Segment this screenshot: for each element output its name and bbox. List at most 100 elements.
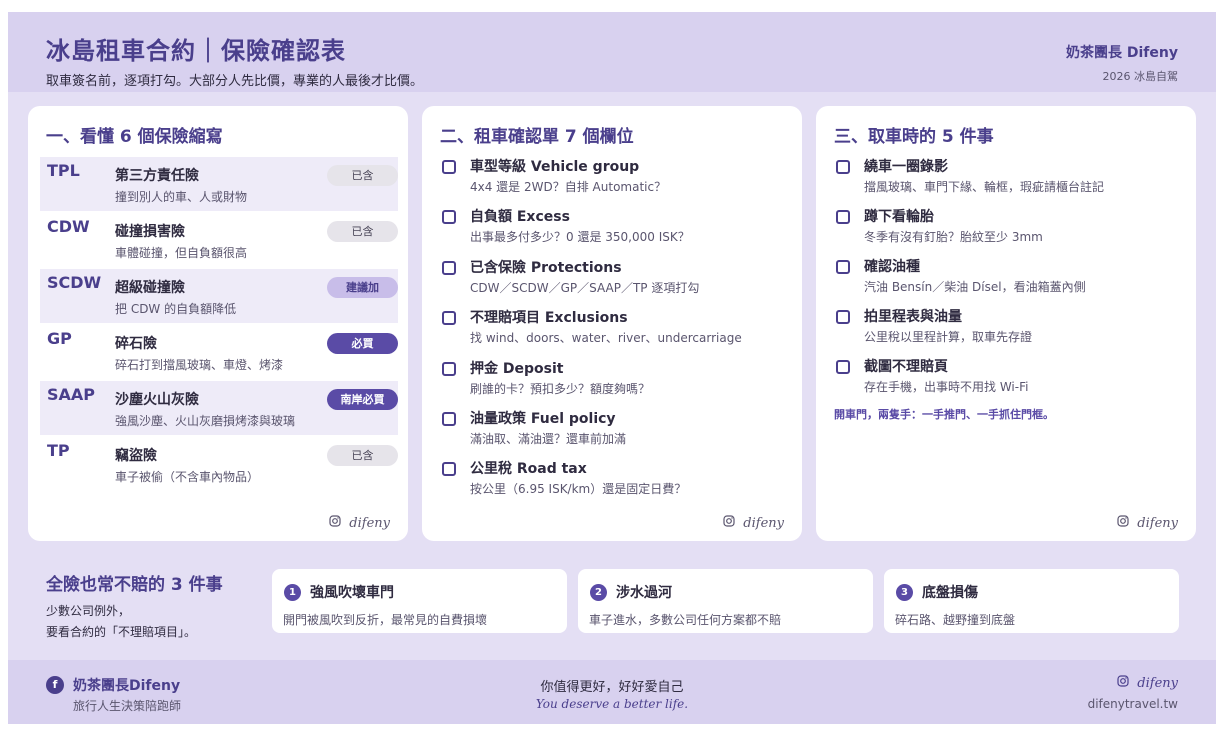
checkbox-icon[interactable] (442, 160, 456, 174)
checklist-item[interactable]: 車型等級 Vehicle group 4x4 還是 2WD？自排 Automat… (440, 156, 790, 200)
checklist-item[interactable]: 蹲下看輪胎 冬季有沒有釘胎？胎紋至少 3mm (834, 206, 1184, 250)
checklist-label: 油量政策 Fuel policy (470, 411, 616, 427)
insurance-row: CDW 碰撞損害險 車體碰撞，但自負額很高 已含 (40, 213, 398, 267)
checklist-item[interactable]: 已含保險 Protections CDW／SCDW／GP／SAAP／TP 逐項打… (440, 257, 790, 301)
status-badge: 已含 (327, 165, 398, 186)
checklist-item[interactable]: 確認油種 汽油 Bensín／柴油 Dísel，看油箱蓋內側 (834, 256, 1184, 300)
exclusions-sub: 要看合約的「不理賠項目」。 (46, 625, 197, 639)
handle-text: difeny (349, 516, 390, 531)
checklist-desc: 出事最多付多少？0 還是 350,000 ISK？ (470, 230, 690, 244)
status-badge: 已含 (327, 445, 398, 466)
checklist-label: 拍里程表與油量 (864, 309, 962, 325)
exclusions-sub: 少數公司例外， (46, 604, 131, 618)
checklist-item[interactable]: 繞車一圈錄影 擋風玻璃、車門下緣、輪框，瑕疵請櫃台註記 (834, 156, 1184, 200)
instagram-handle[interactable]: difeny (1117, 675, 1178, 691)
insurance-code: SAAP (47, 385, 96, 404)
checklist-desc: 按公里（6.95 ISK/km）還是固定日費？ (470, 482, 687, 496)
checklist-item[interactable]: 自負額 Excess 出事最多付多少？0 還是 350,000 ISK？ (440, 206, 790, 250)
instagram-icon (723, 515, 739, 530)
checkbox-icon[interactable] (836, 360, 850, 374)
checklist-item[interactable]: 油量政策 Fuel policy 滿油取、滿油還？還車前加滿 (440, 408, 790, 452)
number-badge: 1 (284, 584, 301, 601)
checklist-item[interactable]: 押金 Deposit 刷誰的卡？預扣多少？額度夠嗎？ (440, 358, 790, 402)
status-badge: 必買 (327, 333, 398, 354)
pickup-title: 三、取車時的 5 件事 (834, 127, 994, 147)
insurance-row: SCDW 超級碰撞險 把 CDW 的自負額降低 建議加 (40, 269, 398, 323)
checkbox-icon[interactable] (442, 412, 456, 426)
instagram-icon (329, 515, 345, 530)
checklist-label: 押金 Deposit (470, 361, 564, 377)
checklist-desc: 滿油取、滿油還？還車前加滿 (470, 432, 627, 446)
checklist-item[interactable]: 公里稅 Road tax 按公里（6.95 ISK/km）還是固定日費？ (440, 458, 790, 502)
checklist-desc: 擋風玻璃、車門下緣、輪框，瑕疵請櫃台註記 (864, 180, 1105, 194)
checklist-label: 確認油種 (864, 259, 920, 275)
insurance-name: 第三方責任險 (115, 168, 199, 184)
checklist-label: 截圖不理賠頁 (864, 359, 948, 375)
exclusion-card: 2 涉水過河 車子進水，多數公司任何方案都不賠 (578, 569, 873, 633)
exclusion-card: 1 強風吹壞車門 開門被風吹到反折，最常見的自費損壞 (272, 569, 567, 633)
checklist-desc: 存在手機，出事時不用找 Wi-Fi (864, 380, 1029, 394)
checklist-label: 繞車一圈錄影 (864, 159, 948, 175)
website-link[interactable]: difenytravel.tw (1088, 697, 1178, 711)
exclusion-desc: 碎石路、越野撞到底盤 (895, 613, 1016, 627)
status-badge: 建議加 (327, 277, 398, 298)
checklist-item[interactable]: 拍里程表與油量 公里稅以里程計算，取車先存證 (834, 306, 1184, 350)
card-footer-handle: difeny (723, 515, 784, 531)
checklist-label: 車型等級 Vehicle group (470, 159, 640, 175)
page-title: 冰島租車合約｜保險確認表 (46, 37, 346, 65)
checklist-desc: 找 wind、doors、water、river、undercarriage (470, 331, 742, 345)
insurance-desc: 車子被偷（不含車內物品） (115, 470, 260, 484)
contract-card: 二、租車確認單 7 個欄位 車型等級 Vehicle group 4x4 還是 … (422, 106, 802, 541)
page-subtitle: 取車簽名前，逐項打勾。大部分人先比價，專業的人最後才比價。 (46, 74, 424, 89)
exclusion-title: 強風吹壞車門 (310, 585, 394, 601)
checkbox-icon[interactable] (442, 462, 456, 476)
insurance-name: 竊盜險 (115, 448, 157, 464)
insurance-desc: 把 CDW 的自負額降低 (115, 302, 237, 316)
footer: f 奶茶團長Difeny 旅行人生決策陪跑師 你值得更好，好好愛自己 You d… (8, 660, 1216, 724)
checklist-label: 公里稅 Road tax (470, 461, 587, 477)
insurance-name: 沙塵火山灰險 (115, 392, 199, 408)
exclusion-desc: 開門被風吹到反折，最常見的自費損壞 (283, 613, 488, 627)
checkbox-icon[interactable] (442, 210, 456, 224)
checkbox-icon[interactable] (836, 160, 850, 174)
checkbox-icon[interactable] (442, 362, 456, 376)
checkbox-icon[interactable] (836, 260, 850, 274)
checklist-label: 已含保險 Protections (470, 260, 622, 276)
insurance-title: 一、看懂 6 個保險縮寫 (46, 127, 223, 147)
status-badge: 南岸必買 (327, 389, 398, 410)
number-badge: 2 (590, 584, 607, 601)
insurance-name: 碰撞損害險 (115, 224, 185, 240)
insurance-card: 一、看懂 6 個保險縮寫 TPL 第三方責任險 撞到別人的車、人或財物 已含 C… (28, 106, 408, 541)
checkbox-icon[interactable] (836, 210, 850, 224)
exclusions-title: 全險也常不賠的 3 件事 (46, 575, 223, 595)
number-badge: 3 (896, 584, 913, 601)
facebook-icon[interactable]: f (46, 676, 64, 694)
checkbox-icon[interactable] (442, 261, 456, 275)
insurance-name: 碎石險 (115, 336, 157, 352)
checklist-item[interactable]: 不理賠項目 Exclusions 找 wind、doors、water、rive… (440, 307, 790, 351)
contract-title: 二、租車確認單 7 個欄位 (440, 127, 634, 147)
slogan: 你值得更好，好好愛自己 (540, 680, 684, 695)
checklist-desc: 冬季有沒有釘胎？胎紋至少 3mm (864, 230, 1043, 244)
checkbox-icon[interactable] (836, 310, 850, 324)
insurance-name: 超級碰撞險 (115, 280, 185, 296)
year-label: 2026 冰島自駕 (1102, 70, 1179, 83)
author-name: 奶茶團長Difeny (73, 678, 181, 694)
exclusion-title: 底盤損傷 (922, 585, 978, 601)
checkbox-icon[interactable] (442, 311, 456, 325)
instagram-icon (1117, 515, 1133, 530)
exclusion-card: 3 底盤損傷 碎石路、越野撞到底盤 (884, 569, 1179, 633)
brand-name: 奶茶團長 Difeny (1066, 45, 1178, 61)
insurance-code: TP (47, 441, 70, 460)
insurance-desc: 碎石打到擋風玻璃、車燈、烤漆 (115, 358, 284, 372)
checklist-label: 蹲下看輪胎 (864, 209, 934, 225)
insurance-code: TPL (47, 161, 80, 180)
handle-text: difeny (743, 516, 784, 531)
checklist-item[interactable]: 截圖不理賠頁 存在手機，出事時不用找 Wi-Fi (834, 356, 1184, 400)
pickup-card: 三、取車時的 5 件事 繞車一圈錄影 擋風玻璃、車門下緣、輪框，瑕疵請櫃台註記 … (816, 106, 1196, 541)
insurance-desc: 車體碰撞，但自負額很高 (115, 246, 248, 260)
insurance-row: GP 碎石險 碎石打到擋風玻璃、車燈、烤漆 必買 (40, 325, 398, 379)
checklist-label: 不理賠項目 Exclusions (470, 310, 628, 326)
pickup-tip: 開車門，兩隻手：一手推門、一手抓住門框。 (834, 408, 1054, 421)
checklist-desc: 公里稅以里程計算，取車先存證 (864, 330, 1033, 344)
